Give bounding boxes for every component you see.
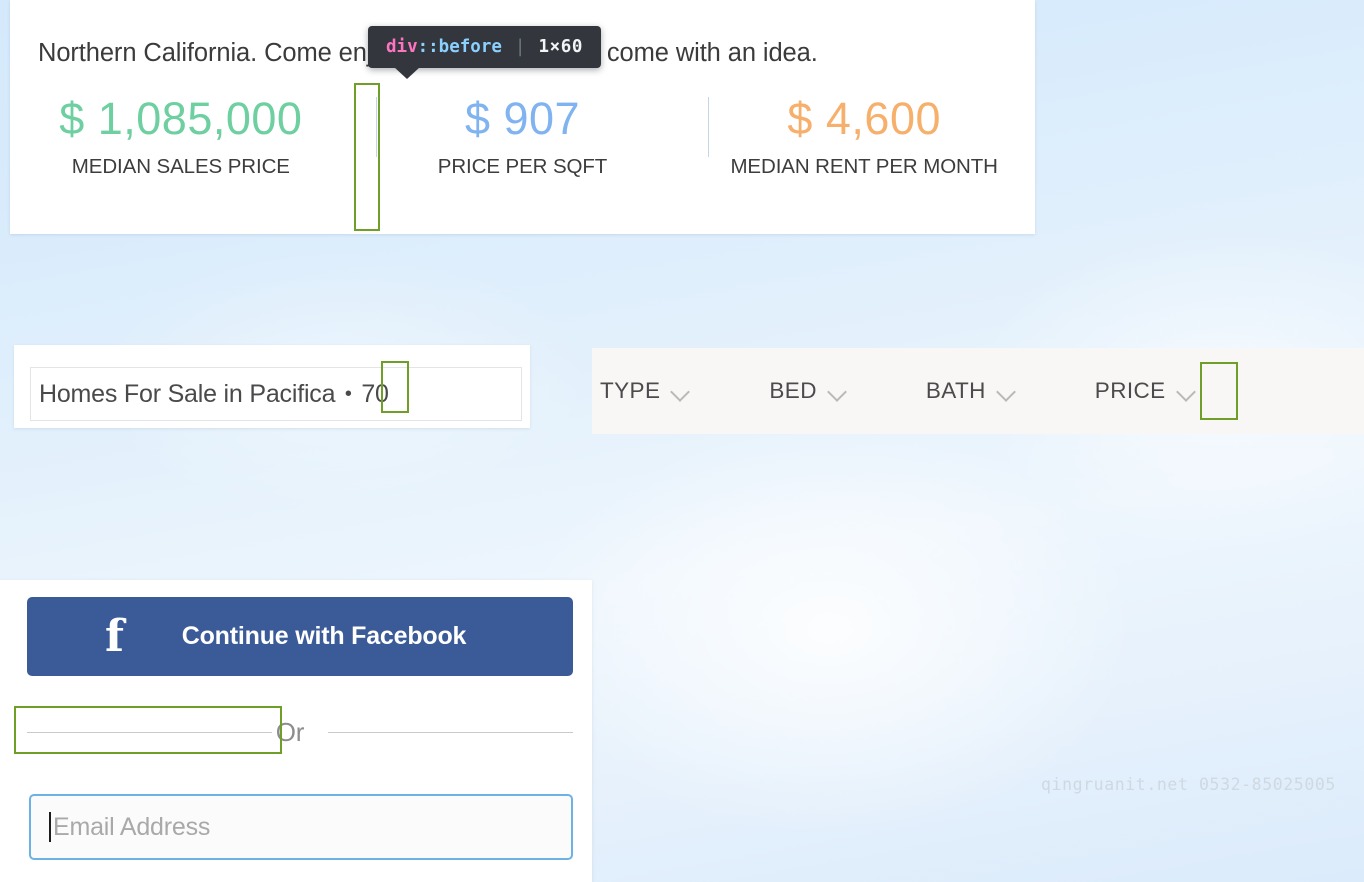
filter-bath[interactable]: BATH — [926, 378, 1017, 404]
search-result-count: 70 — [361, 379, 389, 408]
filter-bar: TYPE BED BATH PRICE — [592, 348, 1364, 434]
search-separator-wrap: • — [335, 384, 361, 404]
or-divider-label: Or — [275, 716, 305, 747]
stat-price-per-sqft: $ 907 PRICE PER SQFT — [352, 78, 694, 180]
search-panel: Homes For Sale in Pacifica • 70 — [14, 345, 530, 428]
stat-value: $ 1,085,000 — [59, 93, 303, 144]
facebook-button-label: Continue with Facebook — [181, 622, 467, 650]
stat-value: $ 907 — [464, 93, 581, 144]
email-placeholder: Email Address — [53, 812, 211, 841]
stat-divider — [708, 97, 709, 157]
filter-label: PRICE — [1094, 378, 1166, 403]
text-cursor — [49, 812, 51, 842]
chevron-down-icon[interactable] — [669, 380, 691, 402]
divider-rule-right — [328, 731, 574, 733]
stat-label: MEDIAN RENT PER MONTH — [730, 155, 998, 178]
or-divider: Or — [27, 715, 574, 749]
stat-label: MEDIAN SALES PRICE — [71, 155, 290, 178]
search-input[interactable]: Homes For Sale in Pacifica • 70 — [30, 367, 522, 421]
chevron-down-icon[interactable] — [1175, 380, 1197, 402]
watermark: qingruanit.net 0532-85025005 — [1041, 775, 1336, 794]
devtools-tooltip-separator: | — [514, 37, 526, 57]
stat-median-rent-per-month: $ 4,600 MEDIAN RENT PER MONTH — [693, 78, 1035, 180]
facebook-f-icon: f — [105, 610, 124, 662]
search-input-value: Homes For Sale in Pacifica • 70 — [39, 380, 389, 409]
filter-type[interactable]: TYPE — [600, 378, 691, 404]
devtools-node-dimensions: 1×60 — [538, 37, 583, 57]
stats-row: $ 1,085,000 MEDIAN SALES PRICE $ 907 PRI… — [10, 78, 1035, 218]
stat-median-sales-price: $ 1,085,000 MEDIAN SALES PRICE — [10, 78, 352, 180]
tooltip-arrow-icon — [394, 67, 420, 79]
filter-price[interactable]: PRICE — [1095, 378, 1197, 404]
chevron-down-icon[interactable] — [826, 380, 848, 402]
filter-label: BED — [769, 378, 817, 403]
filter-label: TYPE — [600, 378, 661, 403]
devtools-node-tooltip: div::before | 1×60 — [368, 26, 601, 79]
divider-rule-left — [27, 731, 272, 733]
email-field[interactable]: Email Address — [29, 794, 573, 860]
signup-panel: f Continue with Facebook Or Email Addres… — [0, 580, 592, 882]
filter-label: BATH — [925, 378, 986, 403]
devtools-pseudo-selector: ::before — [417, 37, 502, 57]
stat-label: PRICE PER SQFT — [437, 155, 608, 178]
continue-with-facebook-button[interactable]: f Continue with Facebook — [27, 597, 573, 676]
devtools-tag-name: div — [386, 37, 418, 57]
stat-value: $ 4,600 — [787, 93, 941, 144]
chevron-down-icon[interactable] — [995, 380, 1017, 402]
search-title: Homes For Sale in Pacifica — [39, 379, 336, 408]
stat-divider-pseudo-element — [376, 97, 377, 157]
filter-bed[interactable]: BED — [769, 378, 847, 404]
bullet-separator-icon: • — [344, 383, 352, 405]
background-glow — [520, 420, 1140, 840]
